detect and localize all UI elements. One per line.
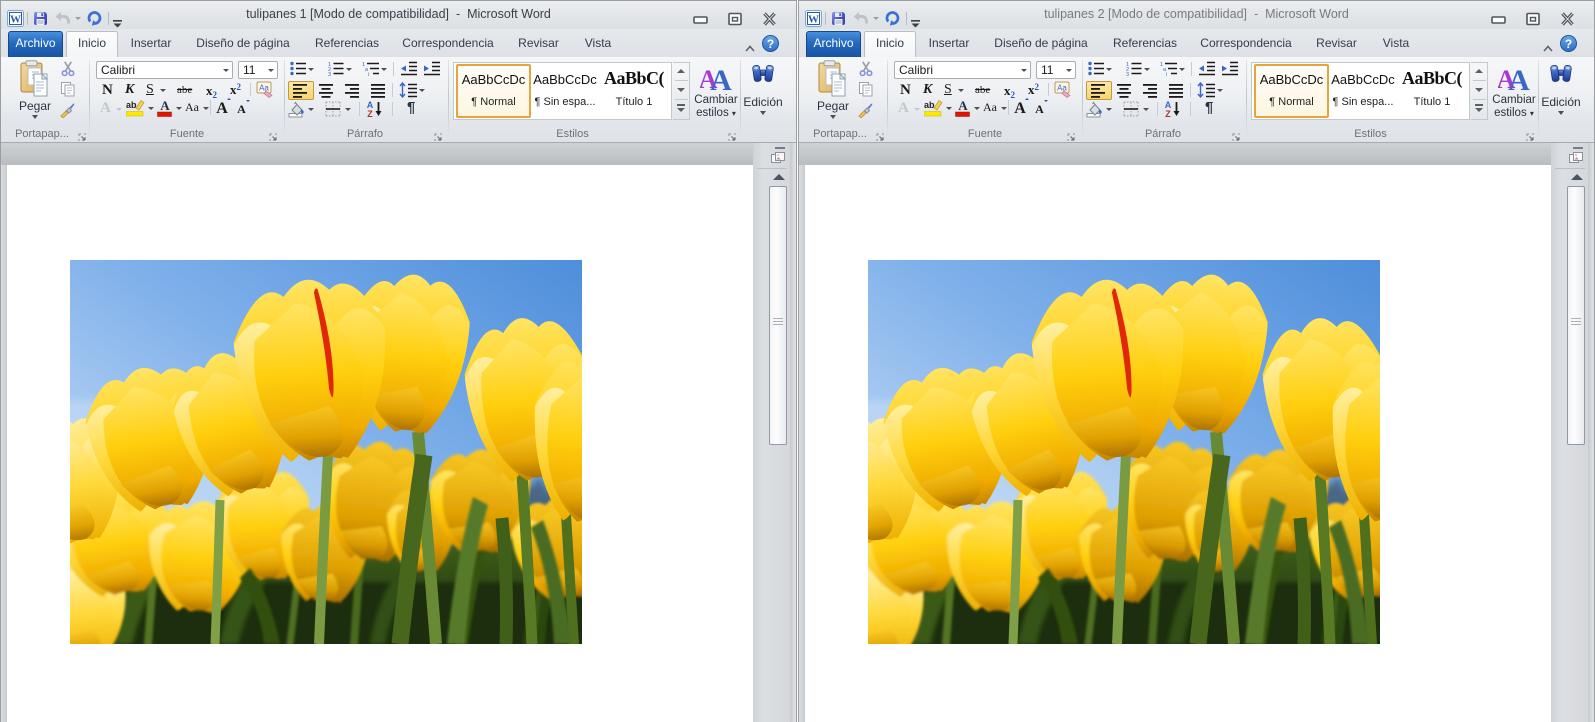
svg-text:A: A	[160, 99, 170, 113]
svg-text:3: 3	[1126, 72, 1129, 76]
svg-text:i: i	[368, 72, 369, 76]
svg-text:3: 3	[328, 72, 331, 76]
svg-text:A: A	[216, 100, 228, 116]
svg-text:A: A	[237, 102, 246, 116]
svg-text:?: ?	[767, 37, 774, 51]
svg-text:?: ?	[1565, 37, 1572, 51]
svg-text:A: A	[1014, 100, 1026, 116]
svg-text:i: i	[1166, 72, 1167, 76]
svg-text:ab: ab	[126, 100, 137, 110]
svg-text:A: A	[1035, 102, 1044, 116]
svg-text:Aa: Aa	[259, 84, 269, 93]
svg-text:A: A	[1508, 64, 1530, 92]
svg-text:A: A	[710, 64, 732, 92]
svg-text:Z: Z	[1165, 109, 1171, 118]
svg-text:ab: ab	[924, 100, 935, 110]
svg-text:A: A	[958, 99, 968, 113]
svg-text:W: W	[10, 14, 21, 26]
svg-text:Aa: Aa	[1057, 84, 1067, 93]
svg-text:Z: Z	[367, 109, 373, 118]
svg-text:W: W	[808, 14, 819, 26]
